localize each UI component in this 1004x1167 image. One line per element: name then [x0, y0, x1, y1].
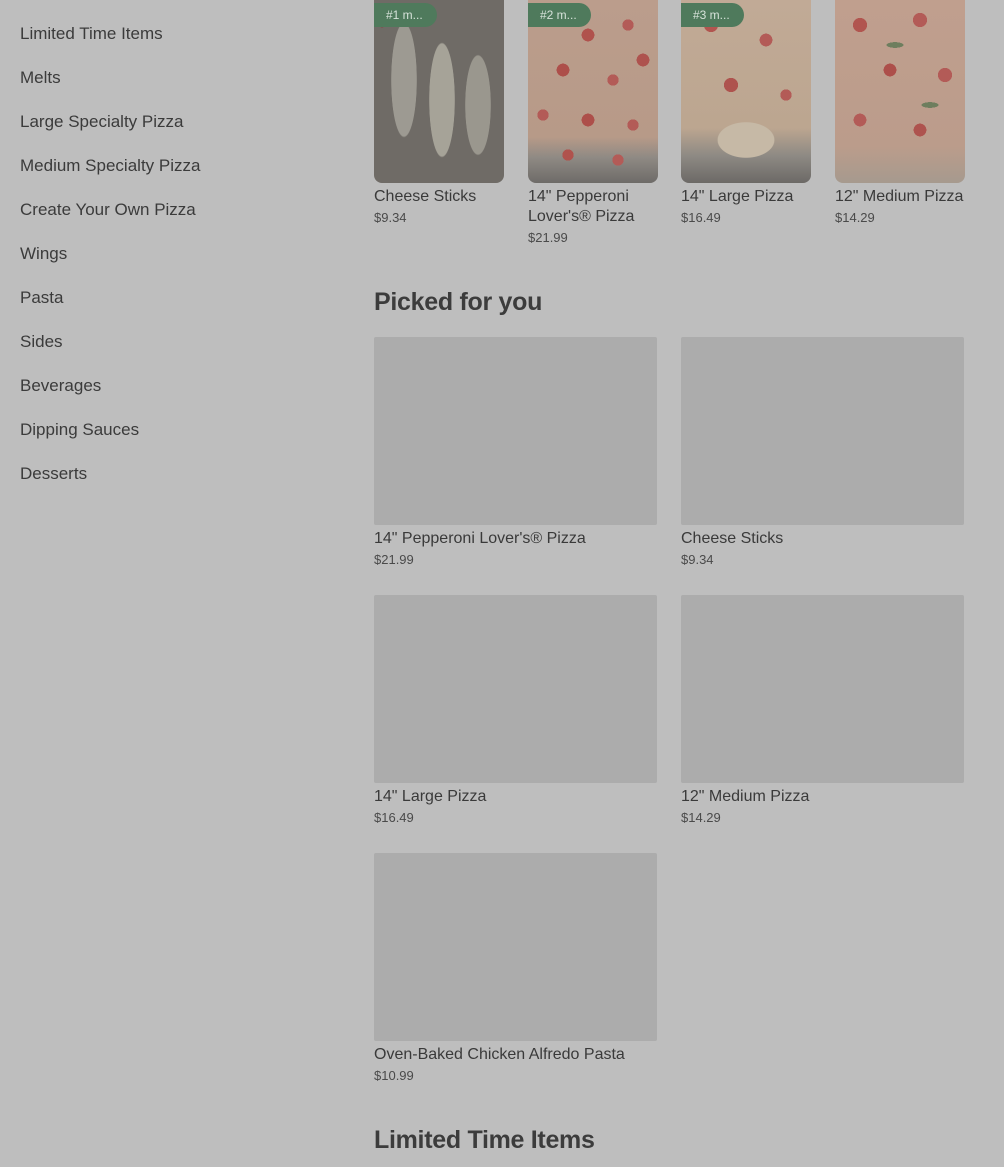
item-name: 14" Pepperoni Lover's® Pizza — [374, 530, 586, 547]
item-name: 14" Pepperoni Lover's® Pizza — [528, 188, 635, 225]
sidebar-item-limited-time-items[interactable]: Limited Time Items — [20, 23, 320, 67]
item-image-placeholder — [681, 337, 964, 525]
rank-badge: #3 m... — [681, 3, 744, 27]
sidebar-item-wings[interactable]: Wings — [20, 243, 320, 287]
item-price: $21.99 — [374, 552, 414, 567]
item-price: $9.34 — [374, 210, 407, 225]
section-title-picked-for-you: Picked for you — [374, 288, 543, 316]
sidebar-item-create-your-own-pizza[interactable]: Create Your Own Pizza — [20, 199, 320, 243]
item-name: 12" Medium Pizza — [835, 188, 964, 205]
picked-item-card[interactable]: 12" Medium Pizza $14.29 — [681, 595, 964, 826]
item-price: $14.29 — [835, 210, 875, 225]
sidebar-item-beverages[interactable]: Beverages — [20, 375, 320, 419]
item-name: 14" Large Pizza — [681, 188, 794, 205]
sidebar-item-desserts[interactable]: Desserts — [20, 463, 320, 507]
item-name: Oven-Baked Chicken Alfredo Pasta — [374, 1046, 625, 1063]
sidebar-item-dipping-sauces[interactable]: Dipping Sauces — [20, 419, 320, 463]
item-image — [835, 0, 965, 183]
item-image: #1 m... — [374, 0, 504, 183]
sidebar-item-sides[interactable]: Sides — [20, 331, 320, 375]
item-image-placeholder — [374, 337, 657, 525]
popular-item-card[interactable]: 12" Medium Pizza $14.29 — [835, 0, 965, 226]
item-image-placeholder — [374, 853, 657, 1041]
rank-badge: #2 m... — [528, 3, 591, 27]
item-price: $14.29 — [681, 810, 721, 825]
popular-item-card[interactable]: #3 m... 14" Large Pizza $16.49 — [681, 0, 811, 226]
sidebar-item-pasta[interactable]: Pasta — [20, 287, 320, 331]
category-sidebar: Limited Time Items Melts Large Specialty… — [20, 23, 320, 507]
item-name: Cheese Sticks — [681, 530, 784, 547]
item-price: $16.49 — [681, 210, 721, 225]
item-price: $10.99 — [374, 1068, 414, 1083]
item-name: Cheese Sticks — [374, 188, 477, 205]
item-price: $9.34 — [681, 552, 714, 567]
item-name: 14" Large Pizza — [374, 788, 487, 805]
picked-item-card[interactable]: 14" Pepperoni Lover's® Pizza $21.99 — [374, 337, 657, 568]
popular-items-carousel: #1 m... Cheese Sticks $9.34 #2 m... 14" … — [374, 0, 974, 260]
item-image-placeholder — [681, 595, 964, 783]
item-price: $21.99 — [528, 230, 568, 245]
sidebar-item-medium-specialty-pizza[interactable]: Medium Specialty Pizza — [20, 155, 320, 199]
popular-item-card[interactable]: #2 m... 14" Pepperoni Lover's® Pizza $21… — [528, 0, 658, 246]
sidebar-item-melts[interactable]: Melts — [20, 67, 320, 111]
item-image-placeholder — [374, 595, 657, 783]
item-name: 12" Medium Pizza — [681, 788, 810, 805]
menu-page: Limited Time Items Melts Large Specialty… — [0, 0, 1004, 1167]
item-price: $16.49 — [374, 810, 414, 825]
picked-item-card[interactable]: 14" Large Pizza $16.49 — [374, 595, 657, 826]
section-title-limited-time-items: Limited Time Items — [374, 1126, 595, 1154]
rank-badge: #1 m... — [374, 3, 437, 27]
picked-item-card[interactable]: Cheese Sticks $9.34 — [681, 337, 964, 568]
popular-item-card[interactable]: #1 m... Cheese Sticks $9.34 — [374, 0, 504, 226]
item-image: #2 m... — [528, 0, 658, 183]
sidebar-item-large-specialty-pizza[interactable]: Large Specialty Pizza — [20, 111, 320, 155]
item-image: #3 m... — [681, 0, 811, 183]
picked-item-card[interactable]: Oven-Baked Chicken Alfredo Pasta $10.99 — [374, 853, 657, 1084]
